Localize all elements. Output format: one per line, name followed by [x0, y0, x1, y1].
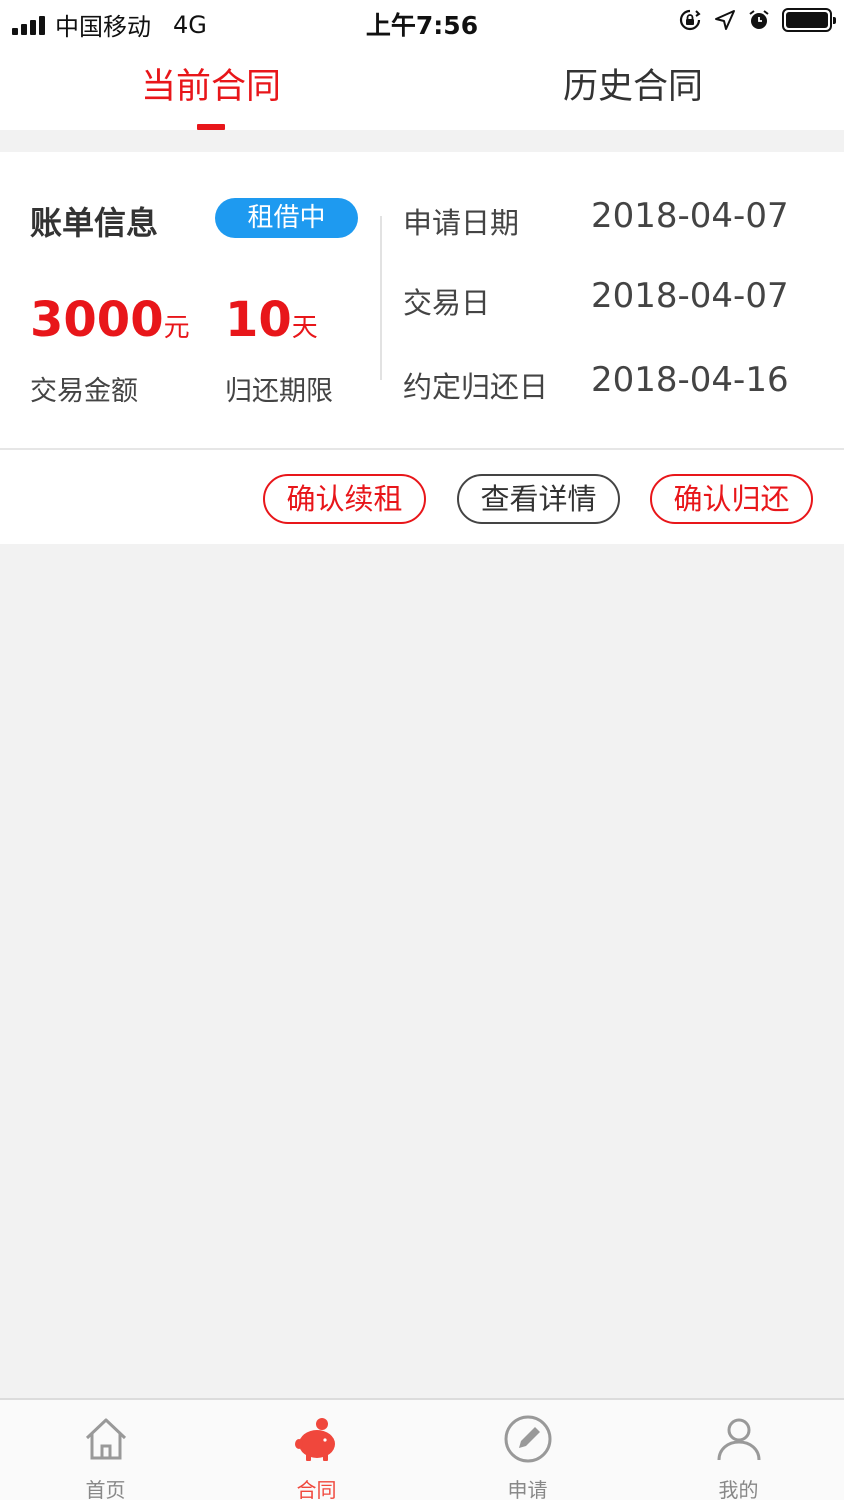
- info-value: 2018-04-07: [591, 196, 789, 236]
- info-label: 约定归还日: [403, 370, 549, 404]
- alarm-icon: [749, 10, 769, 29]
- orientation-lock-icon: [679, 9, 701, 31]
- period-unit: 天: [291, 313, 318, 343]
- period-label: 归还期限: [225, 376, 333, 407]
- vertical-divider: [380, 216, 382, 380]
- info-value: 2018-04-07: [591, 276, 789, 316]
- battery-icon: [782, 8, 836, 32]
- info-value: 2018-04-16: [591, 360, 789, 400]
- amount-label: 交易金额: [30, 376, 138, 407]
- nav-label-contract: 合同: [296, 1478, 337, 1500]
- confirm-return-button[interactable]: 确认归还: [650, 474, 813, 524]
- nav-label-home: 首页: [85, 1478, 126, 1500]
- view-details-button[interactable]: 查看详情: [457, 474, 620, 524]
- amount-unit: 元: [163, 313, 190, 343]
- nav-label-mine: 我的: [718, 1478, 759, 1500]
- contract-tabs: 当前合同 历史合同: [0, 44, 844, 130]
- confirm-renew-button[interactable]: 确认续租: [263, 474, 426, 524]
- transaction-amount: 3000元: [30, 292, 190, 348]
- active-tab-indicator: [197, 124, 225, 130]
- info-row-due-date: 约定归还日 2018-04-16: [403, 360, 823, 408]
- user-icon: [717, 1418, 761, 1461]
- pencil-icon: [504, 1415, 552, 1463]
- period-value: 10: [225, 292, 292, 348]
- return-period: 10天: [225, 292, 318, 348]
- info-label: 申请日期: [403, 206, 520, 240]
- horizontal-divider: [0, 448, 844, 450]
- nav-item-home[interactable]: 首页: [0, 1400, 211, 1500]
- nav-item-contract[interactable]: 合同: [211, 1400, 422, 1500]
- status-bar: 中国移动 4G 上午7:56: [0, 0, 844, 44]
- status-badge: 租借中: [215, 198, 358, 238]
- nav-item-apply[interactable]: 申请: [422, 1400, 633, 1500]
- amount-value: 3000: [30, 292, 164, 348]
- status-right: [678, 8, 836, 32]
- info-row-apply-date: 申请日期 2018-04-07: [403, 196, 823, 244]
- location-arrow-icon: [715, 10, 735, 30]
- nav-item-mine[interactable]: 我的: [633, 1400, 844, 1500]
- home-icon: [85, 1418, 127, 1460]
- piggy-bank-icon: [295, 1418, 335, 1461]
- info-label: 交易日: [403, 286, 491, 320]
- nav-label-apply: 申请: [507, 1478, 548, 1500]
- contract-card: 账单信息 租借中 3000元 10天 交易金额 归还期限 申请日期 2018-0…: [0, 152, 844, 544]
- tab-history-contract[interactable]: 历史合同: [422, 44, 844, 130]
- bottom-nav: 首页 合同 申请 我的: [0, 1398, 844, 1500]
- tab-current-contract[interactable]: 当前合同: [0, 44, 422, 130]
- bill-title: 账单信息: [30, 204, 159, 242]
- info-row-trade-date: 交易日 2018-04-07: [403, 276, 823, 324]
